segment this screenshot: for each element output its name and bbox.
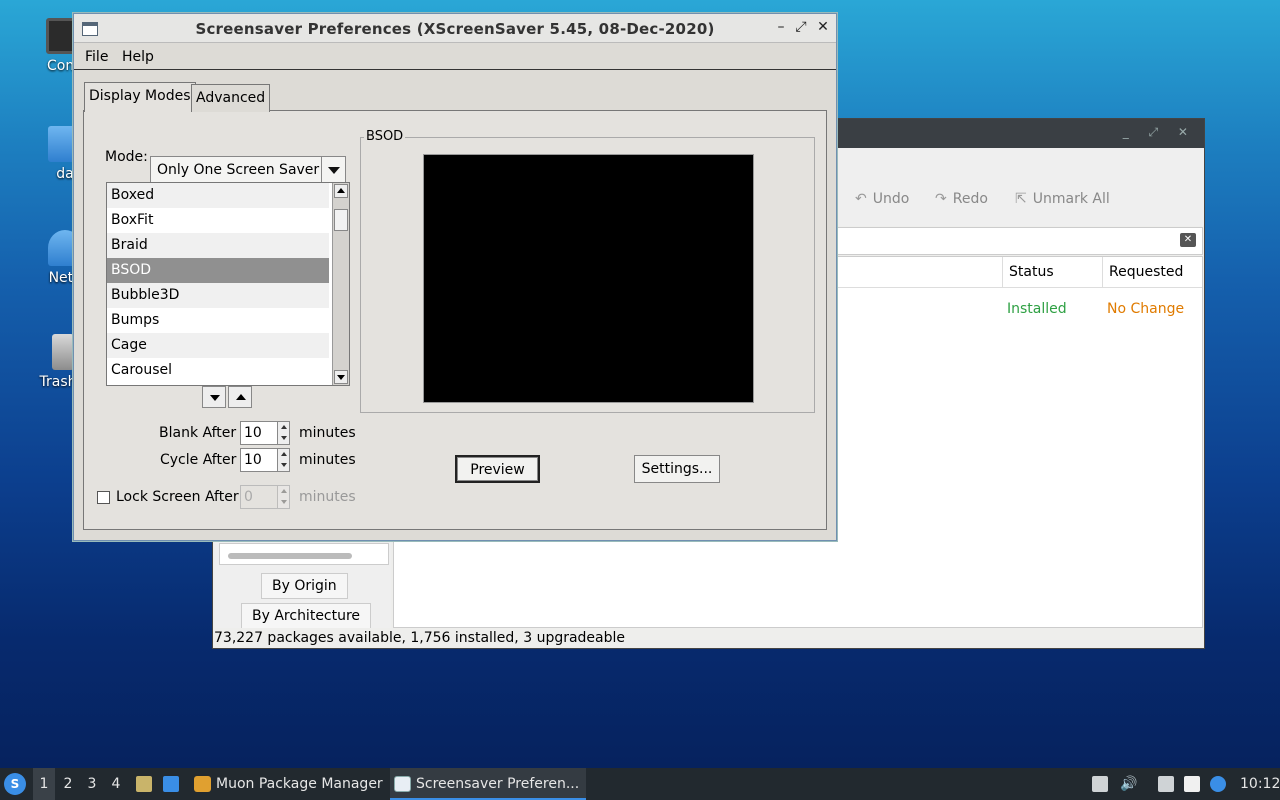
- lock-screen-checkbox[interactable]: [97, 491, 110, 504]
- lock-after-stepper: 0: [240, 485, 290, 509]
- list-item-selected[interactable]: BSOD: [107, 258, 329, 283]
- list-item[interactable]: Boxed: [107, 183, 329, 208]
- workspace-4[interactable]: 4: [105, 768, 127, 800]
- trash-icon: [52, 334, 74, 370]
- window-icon: [394, 776, 411, 792]
- redo-label: Redo: [952, 191, 988, 207]
- package-icon: [194, 776, 211, 792]
- show-desktop-icon[interactable]: [163, 776, 179, 792]
- undo-icon: ↶: [855, 191, 867, 207]
- eject-icon[interactable]: [1092, 776, 1108, 792]
- cycle-after-label: Cycle After: [160, 452, 237, 468]
- cycle-after-stepper[interactable]: 10: [240, 448, 290, 472]
- mode-label: Mode:: [105, 149, 148, 165]
- lock-after-unit: minutes: [299, 489, 356, 505]
- tab-display-modes[interactable]: Display Modes: [84, 82, 196, 112]
- titlebar: Screensaver Preferences (XScreenSaver 5.…: [74, 14, 836, 43]
- task-muon[interactable]: Muon Package Manager: [190, 768, 386, 800]
- screensaver-preview: [423, 154, 754, 403]
- mode-value: Only One Screen Saver: [157, 162, 320, 178]
- by-origin-button[interactable]: By Origin: [261, 573, 348, 599]
- window-title: Screensaver Preferences (XScreenSaver 5.…: [195, 20, 715, 38]
- screensaver-list: Boxed BoxFit Braid BSOD Bubble3D Bumps C…: [106, 182, 350, 386]
- clipboard-icon[interactable]: [1184, 776, 1200, 792]
- menubar: File Help: [74, 44, 836, 70]
- menu-help[interactable]: Help: [122, 49, 154, 65]
- stepper-arrows-icon[interactable]: [277, 449, 289, 471]
- unmark-icon: ⇱: [1015, 191, 1027, 207]
- list-item[interactable]: Cage: [107, 333, 329, 358]
- column-status[interactable]: Status: [1002, 257, 1102, 287]
- scroll-thumb[interactable]: [334, 209, 348, 231]
- cycle-after-unit: minutes: [299, 452, 356, 468]
- start-menu-icon[interactable]: S: [4, 773, 26, 795]
- window-controls[interactable]: _ ⤢ ✕: [1123, 125, 1196, 140]
- settings-button-label: Settings...: [641, 461, 713, 477]
- list-item[interactable]: Bubble3D: [107, 283, 329, 308]
- taskbar: S 1 2 3 4 Muon Package Manager Screensav…: [0, 768, 1280, 800]
- workspace-1[interactable]: 1: [33, 768, 55, 800]
- stepper-arrows-icon: [277, 486, 289, 508]
- filter-sidebar: By Origin By Architecture: [215, 539, 391, 629]
- screensaver-preferences-window: Screensaver Preferences (XScreenSaver 5.…: [73, 13, 837, 541]
- blank-after-value: 10: [244, 425, 262, 441]
- minimize-icon[interactable]: –: [774, 19, 788, 35]
- settings-button[interactable]: Settings...: [634, 455, 720, 483]
- clock[interactable]: 10:12: [1240, 768, 1280, 800]
- stepper-arrows-icon[interactable]: [277, 422, 289, 444]
- list-item[interactable]: Bumps: [107, 308, 329, 333]
- list-scrollbar[interactable]: [332, 183, 349, 385]
- chevron-down-icon: [321, 157, 345, 183]
- status-bar: 73,227 packages available, 1,756 install…: [213, 628, 1204, 648]
- unmark-all-label: Unmark All: [1032, 191, 1110, 207]
- blank-after-label: Blank After: [159, 425, 237, 441]
- notification-icon[interactable]: [1210, 776, 1226, 792]
- by-architecture-button[interactable]: By Architecture: [241, 603, 372, 629]
- network-icon[interactable]: [1158, 776, 1174, 792]
- blank-after-unit: minutes: [299, 425, 356, 441]
- task-screensaver[interactable]: Screensaver Preferen...: [390, 768, 586, 800]
- blank-after-stepper[interactable]: 10: [240, 421, 290, 445]
- column-requested[interactable]: Requested: [1102, 257, 1202, 287]
- workspace-3[interactable]: 3: [81, 768, 103, 800]
- tab-advanced[interactable]: Advanced: [191, 84, 271, 112]
- volume-icon[interactable]: 🔊: [1120, 776, 1137, 792]
- task-screensaver-label: Screensaver Preferen...: [416, 776, 580, 792]
- lock-screen-label[interactable]: Lock Screen After: [116, 489, 239, 505]
- clear-search-icon[interactable]: ✕: [1180, 233, 1196, 247]
- preview-button-label: Preview: [470, 462, 525, 478]
- list-item[interactable]: Carousel: [107, 358, 329, 383]
- preview-button[interactable]: Preview: [455, 455, 540, 483]
- workspace-2[interactable]: 2: [57, 768, 79, 800]
- row-requested: No Change: [1107, 301, 1185, 317]
- row-status: Installed: [1007, 301, 1067, 317]
- undo-label: Undo: [872, 191, 910, 207]
- close-icon[interactable]: ✕: [816, 19, 830, 35]
- next-screensaver-button[interactable]: [202, 386, 226, 408]
- file-manager-icon[interactable]: [136, 776, 152, 792]
- unmark-all-button[interactable]: ⇱ Unmark All: [1015, 191, 1110, 207]
- undo-button[interactable]: ↶ Undo: [855, 191, 909, 207]
- scroll-up-icon[interactable]: [334, 184, 348, 198]
- maximize-icon[interactable]: ⤢: [794, 19, 808, 35]
- task-muon-label: Muon Package Manager: [216, 776, 383, 792]
- menu-file[interactable]: File: [85, 49, 108, 65]
- lock-after-value: 0: [244, 489, 253, 505]
- list-item[interactable]: Braid: [107, 233, 329, 258]
- redo-icon: ↷: [935, 191, 947, 207]
- mode-select[interactable]: Only One Screen Saver: [150, 156, 346, 184]
- cycle-after-value: 10: [244, 452, 262, 468]
- list-item[interactable]: BoxFit: [107, 208, 329, 233]
- redo-button[interactable]: ↷ Redo: [935, 191, 988, 207]
- sidebar-scrollbar[interactable]: [219, 543, 389, 565]
- scroll-down-icon[interactable]: [334, 370, 348, 384]
- previous-screensaver-button[interactable]: [228, 386, 252, 408]
- preview-frame-label: BSOD: [364, 129, 406, 144]
